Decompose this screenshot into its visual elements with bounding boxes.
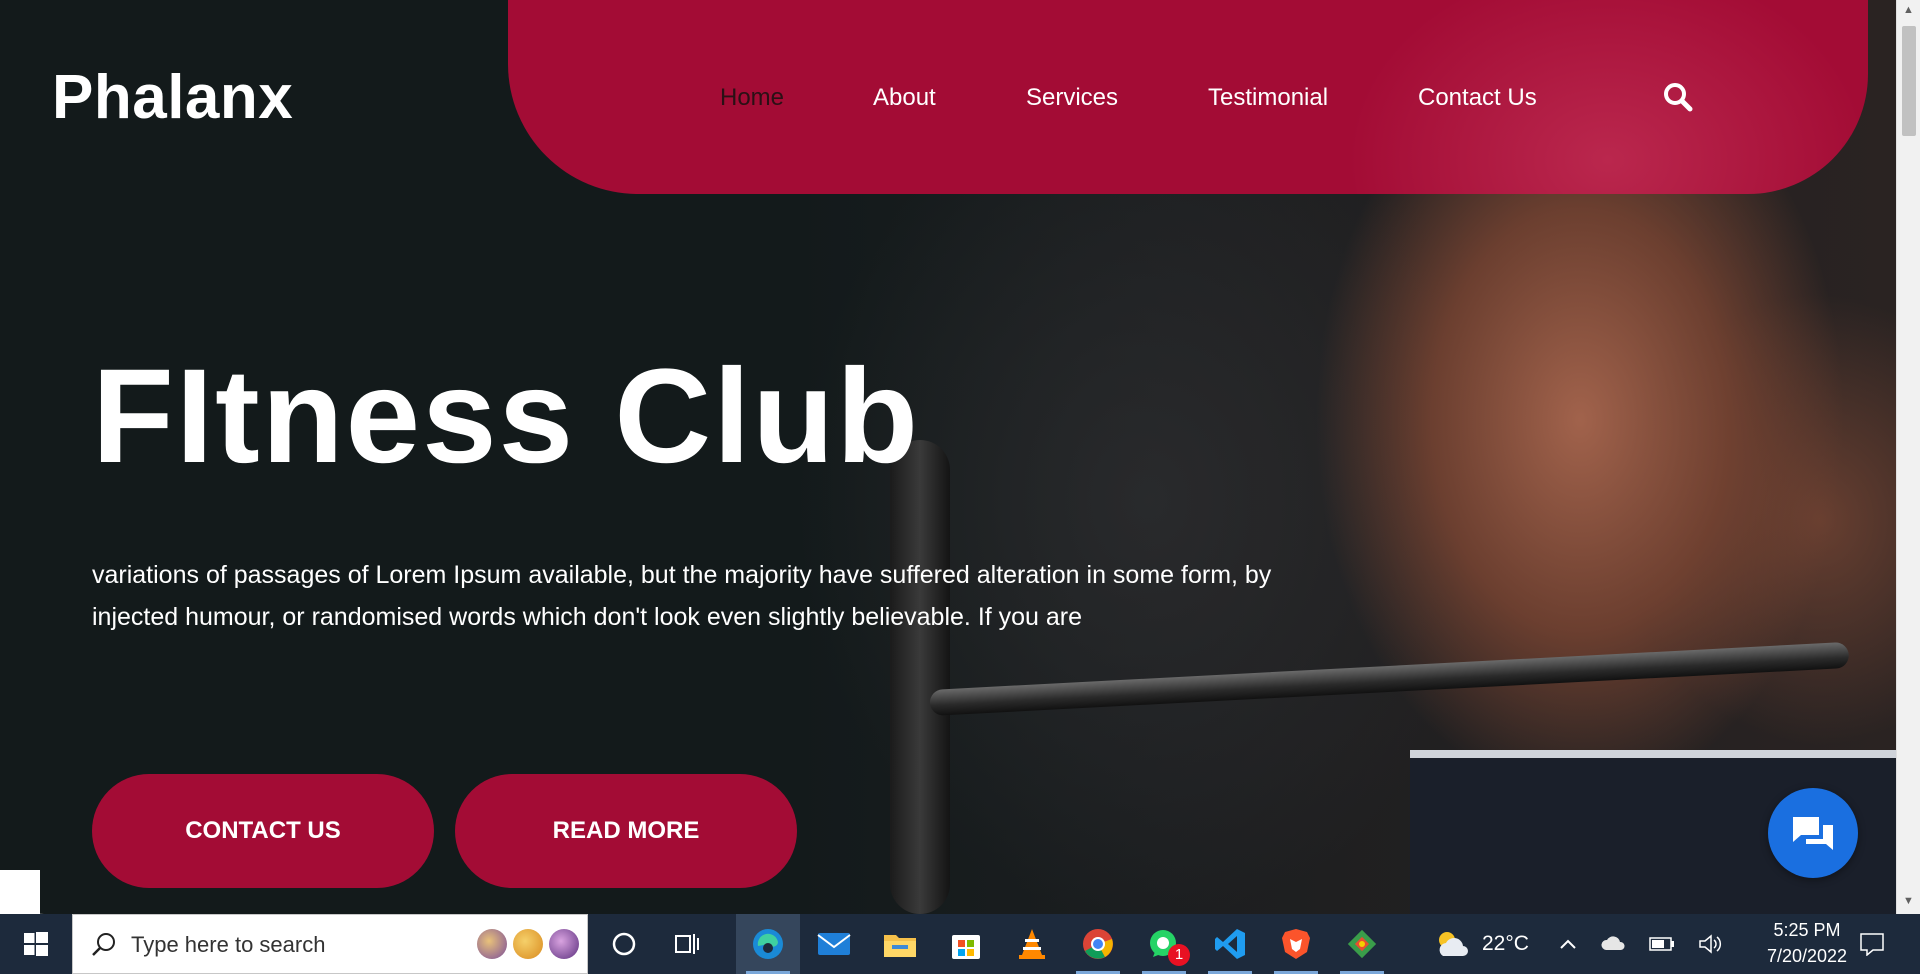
task-view-icon[interactable]	[656, 914, 720, 974]
weight-plate	[890, 440, 950, 914]
search-highlight-icon	[513, 929, 543, 959]
nav-contact-us[interactable]: Contact Us	[1418, 84, 1537, 112]
page-scrollbar[interactable]: ▲ ▼	[1896, 0, 1920, 914]
weather-temperature[interactable]: 22°C	[1482, 932, 1529, 956]
read-more-button[interactable]: READ MORE	[455, 774, 797, 888]
search-icon[interactable]	[1662, 81, 1694, 113]
vscode-icon[interactable]	[1198, 914, 1262, 974]
hero-title: FItness Club	[92, 342, 921, 491]
nav-about[interactable]: About	[873, 84, 936, 112]
search-highlight-icon	[549, 929, 579, 959]
nav-home[interactable]: Home	[720, 84, 784, 112]
mail-icon[interactable]	[802, 914, 866, 974]
magnifier-icon	[92, 933, 115, 956]
show-hidden-icons-icon[interactable]	[1548, 914, 1588, 974]
chat-icon	[1793, 817, 1833, 850]
edge-icon[interactable]	[736, 914, 800, 974]
page-corner	[0, 870, 40, 914]
brave-icon[interactable]	[1264, 914, 1328, 974]
taskbar-clock-time[interactable]: 5:25 PM	[1752, 920, 1862, 941]
chat-button[interactable]	[1768, 788, 1858, 878]
search-highlight-icon	[477, 929, 507, 959]
onedrive-icon[interactable]	[1594, 914, 1634, 974]
windows-taskbar: Type here to search 1 22°C 5:25 PM 7/20/…	[0, 914, 1920, 974]
taskbar-search-input[interactable]: Type here to search	[72, 914, 588, 974]
windows-logo-icon	[24, 932, 48, 956]
git-gui-icon[interactable]	[1330, 914, 1394, 974]
windows-start-button[interactable]	[0, 914, 72, 974]
whatsapp-notification-badge: 1	[1168, 944, 1190, 966]
volume-icon[interactable]	[1690, 914, 1730, 974]
hero-description: variations of passages of Lorem Ipsum av…	[92, 561, 1272, 631]
battery-icon[interactable]	[1642, 914, 1682, 974]
cortana-icon[interactable]	[592, 914, 656, 974]
scroll-down-icon[interactable]: ▼	[1903, 895, 1914, 907]
contact-us-button[interactable]: CONTACT US	[92, 774, 434, 888]
scroll-up-icon[interactable]: ▲	[1903, 4, 1914, 16]
file-explorer-icon[interactable]	[868, 914, 932, 974]
scroll-thumb[interactable]	[1902, 26, 1916, 136]
whatsapp-icon[interactable]: 1	[1132, 914, 1196, 974]
site-logo[interactable]: Phalanx	[52, 62, 293, 133]
weather-icon[interactable]	[1420, 914, 1484, 974]
notification-center-icon[interactable]	[1852, 914, 1892, 974]
nav-services[interactable]: Services	[1026, 84, 1118, 112]
vlc-icon[interactable]	[1000, 914, 1064, 974]
chrome-icon[interactable]	[1066, 914, 1130, 974]
nav-testimonial[interactable]: Testimonial	[1208, 84, 1328, 112]
microsoft-store-icon[interactable]	[934, 914, 998, 974]
browser-viewport: Phalanx Home About Services Testimonial …	[0, 0, 1896, 914]
search-placeholder: Type here to search	[131, 932, 326, 957]
taskbar-clock-date[interactable]: 7/20/2022	[1752, 946, 1862, 967]
